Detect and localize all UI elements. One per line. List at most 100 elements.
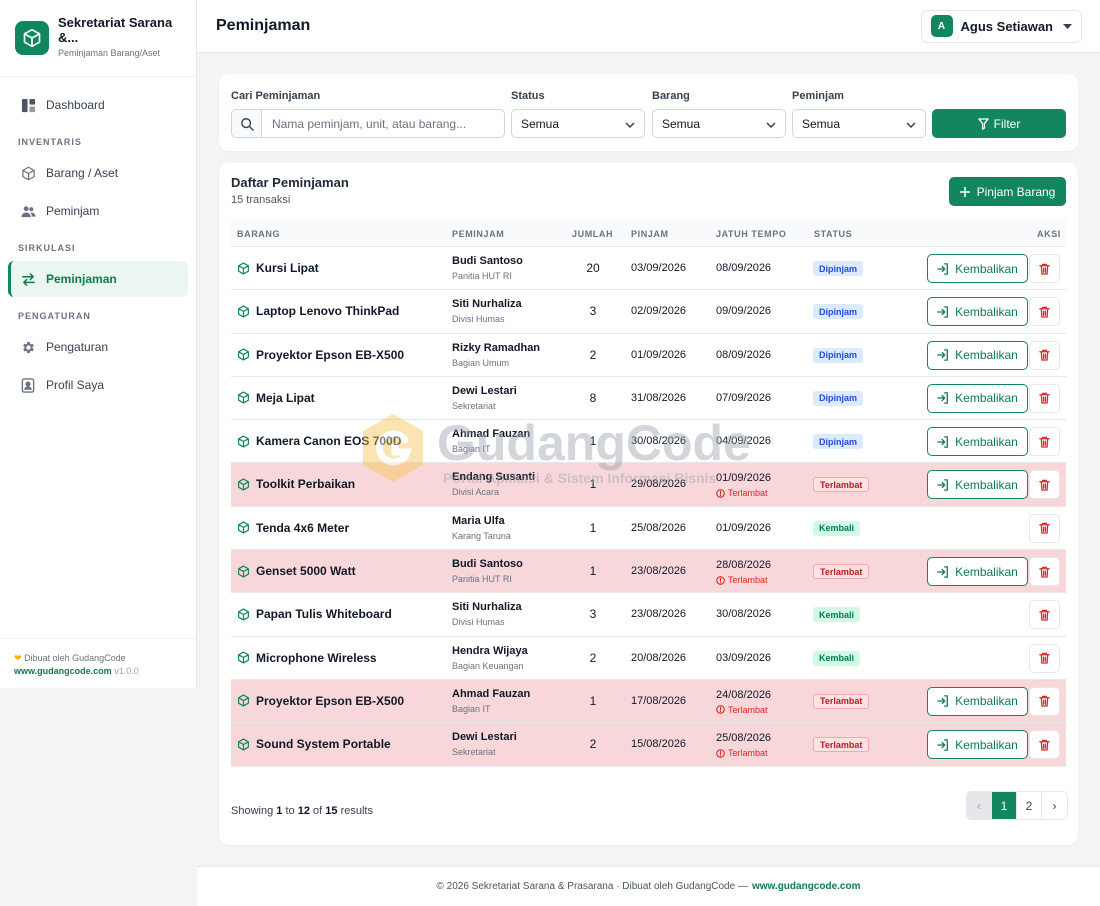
borrower-unit: Bagian IT (452, 444, 491, 455)
col-barang[interactable]: BARANG (237, 229, 280, 239)
sidebar-item-dashboard[interactable]: Dashboard (8, 87, 188, 123)
return-button[interactable]: Kembalikan (927, 340, 1028, 370)
return-icon (937, 392, 949, 405)
table-row: Proyektor Epson EB-X500 Ahmad Fauzan Bagia… (231, 679, 1066, 724)
return-icon (937, 262, 949, 275)
col-aksi: AKSI (1037, 229, 1061, 239)
sidebar-nav: Dashboard INVENTARIS Barang / Aset Pemin… (0, 77, 196, 415)
quantity: 3 (589, 607, 597, 622)
sidebar-item-peminjaman[interactable]: Peminjaman (8, 261, 188, 297)
borrower-name: Budi Santoso (452, 255, 523, 267)
page-button-2[interactable]: 2 (1017, 792, 1042, 819)
return-button-label: Kembalikan (955, 391, 1018, 406)
return-button[interactable]: Kembalikan (927, 557, 1028, 587)
delete-button[interactable] (1029, 427, 1060, 457)
delete-button[interactable] (1029, 730, 1060, 760)
list-count: 15 transaksi (231, 194, 291, 206)
page-button-1[interactable]: 1 (992, 792, 1017, 819)
return-button[interactable]: Kembalikan (927, 470, 1028, 500)
return-button[interactable]: Kembalikan (927, 730, 1028, 760)
delete-button[interactable] (1029, 513, 1060, 543)
search-label: Cari Peminjaman (231, 90, 321, 102)
delete-button[interactable] (1029, 254, 1060, 283)
col-peminjam[interactable]: PEMINJAM (452, 229, 504, 239)
col-jatuh-tempo[interactable]: JATUH TEMPO (716, 229, 786, 239)
table-row: Sound System Portable Dewi Lestari Sekreta… (231, 723, 1066, 767)
return-button-label: Kembalikan (955, 434, 1018, 449)
return-icon (937, 695, 949, 708)
borrow-date: 23/08/2026 (631, 565, 687, 578)
peminjam-select[interactable]: Semua (792, 109, 926, 138)
borrower-name: Budi Santoso (452, 558, 523, 571)
sidebar-item-peminjam[interactable]: Peminjam (8, 193, 188, 229)
item-cell: Tenda 4x6 Meter (237, 521, 349, 535)
sidebar-item-pengaturan[interactable]: Pengaturan (8, 329, 188, 365)
barang-select[interactable]: Semua (652, 109, 786, 138)
topbar: Peminjaman A Agus Setiawan (197, 0, 1100, 53)
item-name: Papan Tulis Whiteboard (256, 607, 392, 622)
showing-total: 15 (325, 805, 338, 817)
col-status[interactable]: STATUS (814, 229, 852, 239)
chevron-down-icon (766, 117, 776, 131)
delete-button[interactable] (1029, 340, 1060, 370)
due-date: 28/08/2026 (716, 559, 772, 572)
due-date: 08/09/2026 (716, 348, 772, 361)
gudangcode-link[interactable]: www.gudangcode.com (14, 666, 112, 676)
sidebar-item-profil[interactable]: Profil Saya (8, 367, 188, 403)
return-button[interactable]: Kembalikan (927, 686, 1028, 716)
item-cell: Microphone Wireless (237, 651, 377, 665)
delete-button[interactable] (1029, 470, 1060, 500)
table-row: Laptop Lenovo ThinkPad Siti Nurhaliza Divi… (231, 290, 1066, 334)
pinjam-barang-button[interactable]: Pinjam Barang (949, 177, 1066, 206)
trash-icon (1039, 566, 1050, 578)
next-page-button[interactable]: › (1042, 792, 1067, 819)
alert-circle-icon (716, 575, 725, 585)
box-icon (237, 608, 250, 621)
col-jumlah[interactable]: JUMLAH (572, 229, 613, 239)
return-button-label: Kembalikan (955, 737, 1018, 752)
return-button[interactable]: Kembalikan (927, 254, 1028, 283)
borrower-name: Rizky Ramadhan (452, 341, 541, 354)
delete-button[interactable] (1029, 557, 1060, 587)
sidebar-item-label: Peminjaman (46, 272, 117, 286)
brand[interactable]: Sekretariat Sarana &... Peminjaman Baran… (0, 0, 196, 77)
sidebar-item-label: Dashboard (46, 98, 105, 112)
box-icon (237, 305, 250, 318)
prev-page-button[interactable]: ‹ (967, 792, 992, 819)
col-pinjam[interactable]: PINJAM (631, 229, 669, 239)
peminjam-label: Peminjam (792, 90, 844, 102)
delete-button[interactable] (1029, 383, 1060, 413)
return-button[interactable]: Kembalikan (927, 427, 1028, 457)
search-input[interactable]: Nama peminjam, unit, atau barang... (262, 117, 466, 131)
sidebar-footer: ❤ Dibuat oleh GudangCode www.gudangcode.… (0, 638, 196, 688)
table-body: Kursi Lipat Budi Santoso Panitia HUT RI 20 0… (231, 247, 1066, 767)
late-note-text: Terlambat (728, 575, 768, 586)
status-select[interactable]: Semua (511, 109, 645, 138)
sidebar-item-label: Peminjam (46, 204, 100, 218)
footer-link[interactable]: www.gudangcode.com (752, 881, 861, 892)
borrow-date: 02/09/2026 (631, 305, 687, 318)
return-button[interactable]: Kembalikan (927, 297, 1028, 327)
filter-button[interactable]: Filter (932, 109, 1066, 138)
user-menu-button[interactable]: A Agus Setiawan (920, 9, 1082, 43)
delete-button[interactable] (1029, 643, 1060, 673)
chevron-down-icon (906, 117, 916, 131)
late-note-text: Terlambat (728, 488, 768, 499)
search-field[interactable]: Nama peminjam, unit, atau barang... (231, 109, 505, 138)
delete-button[interactable] (1029, 686, 1060, 716)
sidebar-item-barang[interactable]: Barang / Aset (8, 155, 188, 191)
brand-title: Sekretariat Sarana &... (58, 15, 173, 45)
delete-button[interactable] (1029, 600, 1060, 630)
dashboard-icon (20, 97, 36, 113)
borrow-date: 17/08/2026 (631, 694, 687, 707)
sidebar-item-label: Barang / Aset (46, 166, 119, 180)
id-card-icon (20, 377, 36, 393)
return-icon (937, 479, 949, 491)
return-icon (937, 306, 949, 318)
status-badge: Kembali (813, 607, 861, 623)
delete-button[interactable] (1029, 297, 1060, 327)
borrower-unit: Divisi Acara (452, 487, 500, 498)
trash-icon (1039, 609, 1050, 621)
trash-icon (1039, 739, 1050, 751)
return-button[interactable]: Kembalikan (927, 383, 1028, 413)
